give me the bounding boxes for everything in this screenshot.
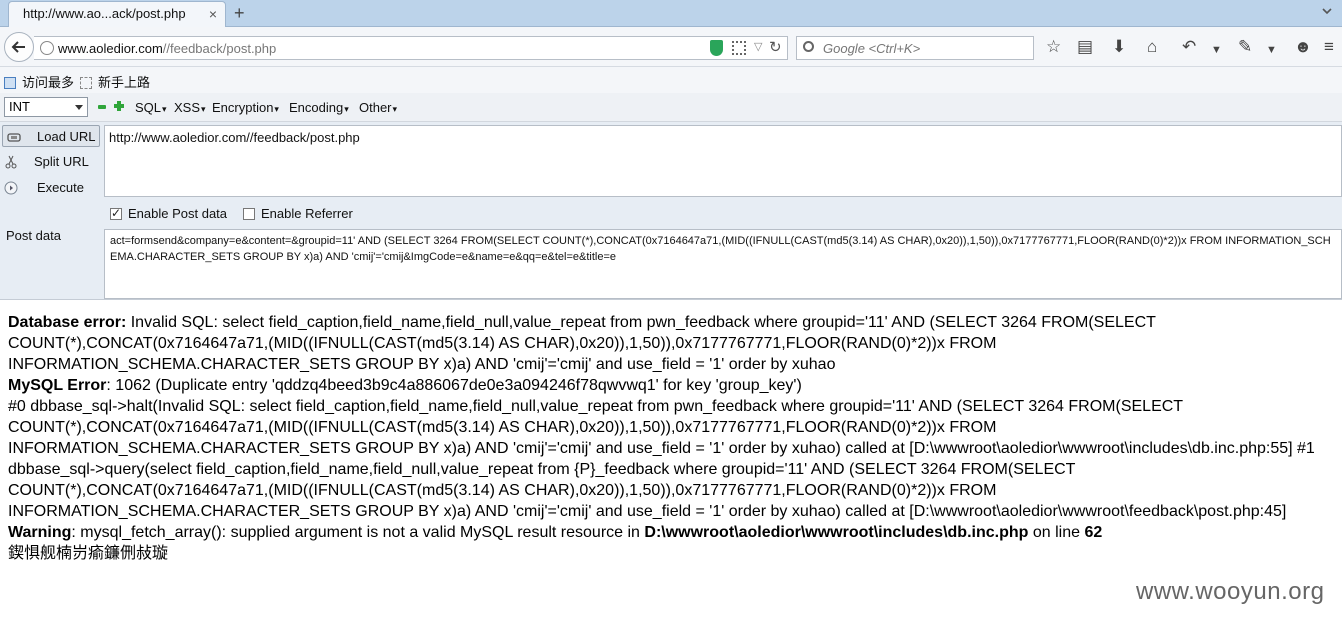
tab-list-icon[interactable]: [1320, 4, 1334, 18]
chevron-down-icon[interactable]: ▼: [1266, 41, 1277, 59]
database-error: Database error: Invalid SQL: select fiel…: [8, 314, 1156, 373]
reload-icon[interactable]: ↻: [769, 38, 782, 56]
tab-strip: http://www.ao...ack/post.php × +: [0, 0, 1342, 27]
mysql-error: MySQL Error: 1062 (Duplicate entry 'qddz…: [8, 377, 802, 394]
checkbox-checked-icon: [110, 206, 122, 220]
url-textarea[interactable]: http://www.aoledior.com//feedback/post.p…: [104, 125, 1342, 197]
enable-referrer-checkbox[interactable]: Enable Referrer: [243, 206, 353, 221]
warning-message: Warning: mysql_fetch_array(): supplied a…: [8, 524, 1103, 541]
url-bar[interactable]: www.aoledior.com//feedback/post.php ▽ ↻: [34, 36, 788, 60]
chevron-down-icon[interactable]: ▽: [754, 40, 762, 53]
page-content: Database error: Invalid SQL: select fiel…: [8, 312, 1338, 564]
star-icon[interactable]: ☆: [1046, 38, 1061, 56]
garbled-text: 鍥惧舰楠岃瘉鐮侀敊璇: [8, 545, 169, 562]
menu-icon[interactable]: ≡: [1324, 38, 1334, 56]
menu-sql[interactable]: SQL: [135, 100, 167, 115]
home-icon[interactable]: ⌂: [1147, 38, 1157, 56]
navigation-bar: www.aoledior.com//feedback/post.php ▽ ↻ …: [0, 27, 1342, 67]
execute-button[interactable]: Execute: [0, 177, 104, 199]
bookmark-icon: [4, 77, 16, 89]
tab-title: http://www.ao...ack/post.php: [23, 6, 186, 21]
menu-xss[interactable]: XSS: [174, 100, 206, 115]
undo-icon[interactable]: ↶: [1182, 38, 1196, 56]
search-icon: [803, 41, 814, 52]
url-host: www.aoledior.com: [58, 41, 163, 56]
chevron-down-icon: [75, 105, 83, 110]
menu-other[interactable]: Other: [359, 100, 397, 115]
post-data-label: Post data: [6, 228, 61, 243]
enable-post-checkbox[interactable]: Enable Post data: [110, 206, 227, 221]
play-icon: [4, 181, 18, 195]
download-icon[interactable]: ⬇: [1112, 38, 1126, 56]
tab-active[interactable]: http://www.ao...ack/post.php ×: [8, 1, 226, 27]
type-select[interactable]: INT: [4, 97, 88, 117]
load-url-icon: [7, 133, 21, 142]
watermark: www.wooyun.org: [1136, 578, 1325, 605]
url-path: //feedback/post.php: [162, 41, 277, 56]
menu-encoding[interactable]: Encoding: [289, 100, 349, 115]
minus-icon[interactable]: [98, 105, 106, 109]
close-icon[interactable]: ×: [209, 2, 217, 26]
hackbar-panel: Load URL Split URL Execute http://www.ao…: [0, 122, 1342, 300]
bookmark-most-visited[interactable]: 访问最多: [4, 72, 74, 91]
hackbar-toolbar: INT SQL XSS Encryption Encoding Other: [0, 93, 1342, 122]
plus-icon[interactable]: [114, 101, 124, 111]
page-icon: [80, 77, 92, 89]
globe-icon: [40, 41, 54, 55]
bookmark-getting-started[interactable]: 新手上路: [80, 72, 150, 91]
checkbox-unchecked-icon: [243, 208, 255, 220]
split-url-button[interactable]: Split URL: [0, 151, 104, 173]
scissors-icon: [5, 155, 17, 169]
smiley-icon[interactable]: ☻: [1294, 38, 1312, 56]
clipboard-icon[interactable]: ▤: [1077, 38, 1093, 56]
qr-icon[interactable]: [732, 41, 746, 55]
url-text[interactable]: www.aoledior.com//feedback/post.php: [58, 41, 276, 56]
post-data-textarea[interactable]: act=formsend&company=e&content=&groupid=…: [104, 229, 1342, 299]
chevron-down-icon[interactable]: ▼: [1211, 41, 1222, 59]
shield-icon[interactable]: [710, 40, 723, 56]
new-tab-button[interactable]: +: [234, 2, 245, 24]
search-input[interactable]: Google <Ctrl+K>: [823, 41, 920, 56]
search-bar[interactable]: Google <Ctrl+K>: [796, 36, 1034, 60]
bookmarks-bar: 访问最多 新手上路: [0, 67, 1342, 93]
extension-icon[interactable]: ✎: [1238, 38, 1252, 56]
load-url-button[interactable]: Load URL: [2, 125, 100, 147]
back-arrow-icon[interactable]: [4, 32, 34, 62]
stack-trace: #0 dbbase_sql->halt(Invalid SQL: select …: [8, 398, 1315, 520]
menu-encryption[interactable]: Encryption: [212, 100, 279, 115]
